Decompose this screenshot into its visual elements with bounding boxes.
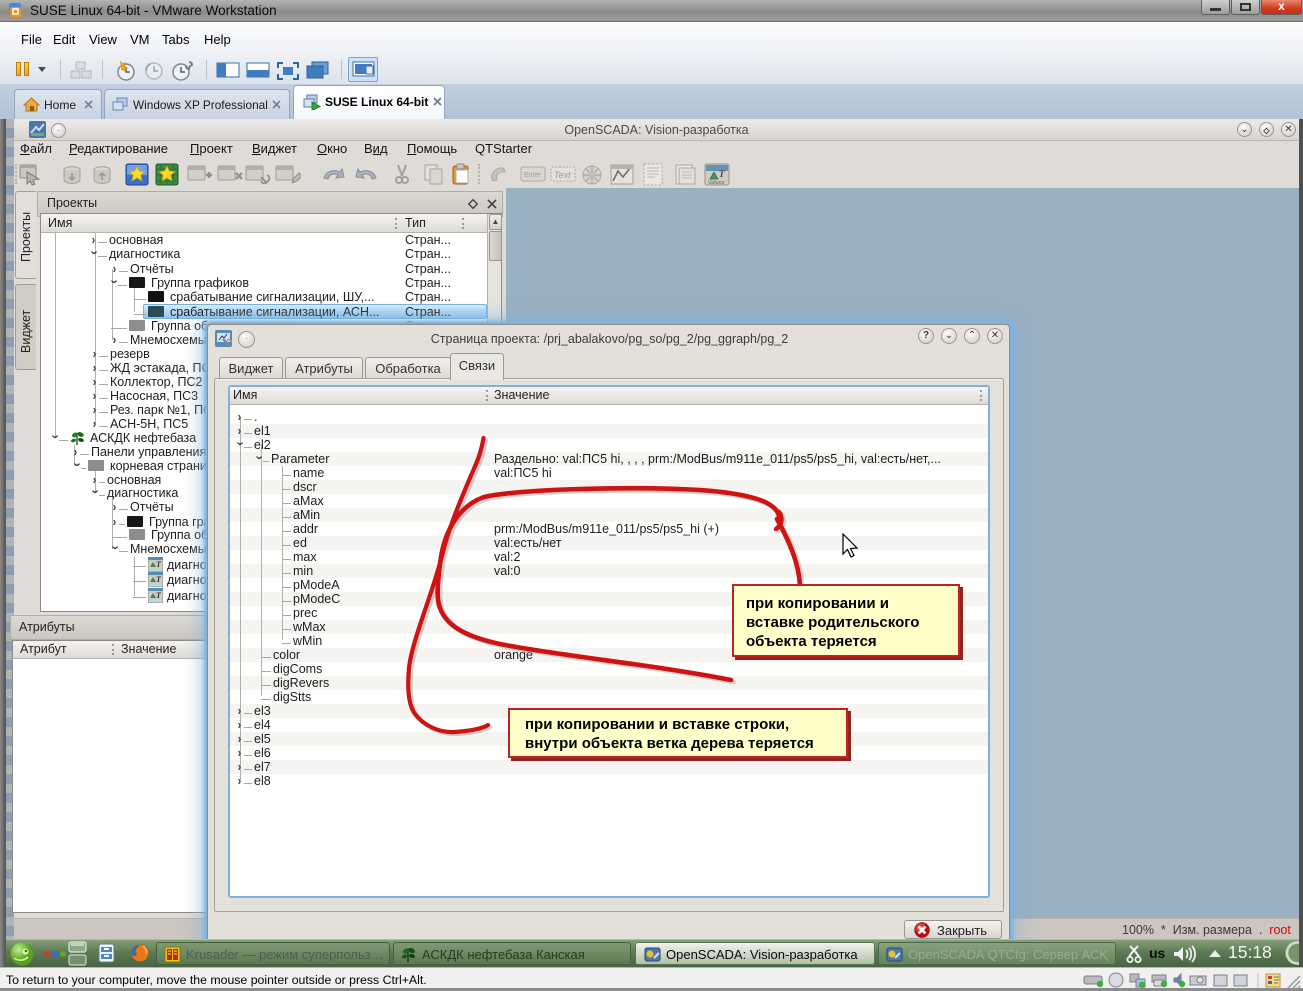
svg-text:Values: Values [708, 180, 725, 186]
svg-text:T: T [719, 169, 725, 179]
svg-text:Enter: Enter [524, 172, 541, 179]
svg-text:Text: Text [554, 170, 571, 180]
